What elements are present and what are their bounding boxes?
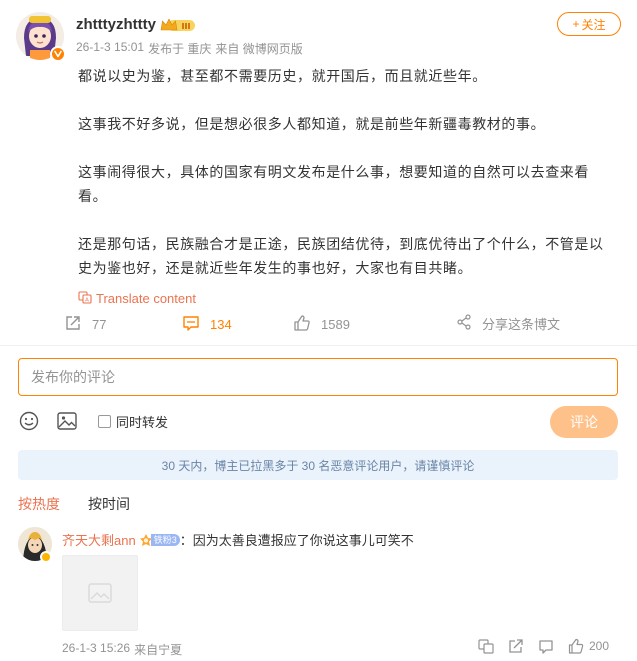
post-actions: 77 134 1589 分享这条博文 bbox=[64, 314, 604, 340]
repost-icon bbox=[64, 314, 82, 335]
image-placeholder-icon bbox=[88, 583, 112, 603]
share-label: 分享这条博文 bbox=[482, 317, 561, 332]
post-location: 发布于 重庆 bbox=[148, 42, 212, 56]
divider bbox=[0, 345, 637, 346]
comment-icon bbox=[182, 314, 200, 335]
member-level: III bbox=[182, 22, 191, 31]
comment-icon bbox=[539, 640, 553, 654]
svg-text:A: A bbox=[85, 298, 89, 304]
comment-date: 26-1-3 15:26 bbox=[62, 641, 131, 655]
post-source: 来自 微博网页版 bbox=[215, 42, 303, 56]
comment-placeholder: 发布你的评论 bbox=[31, 369, 115, 385]
post-paragraph: 都说以史为鉴，甚至都不需要历史，就开国后，而且就近些年。 bbox=[78, 68, 487, 84]
username[interactable]: zhtttyzhttty bbox=[76, 16, 156, 33]
comment-text: ：因为太善良遭报应了你说这事儿可笑不 bbox=[179, 533, 414, 548]
translate-icon: A bbox=[78, 290, 92, 307]
follow-label: 关注 bbox=[581, 17, 606, 32]
tab-sort-hot[interactable]: 按热度 bbox=[18, 494, 60, 514]
notice-banner: 30 天内，博主已拉黑多于 30 名恶意评论用户，请谨慎评论 bbox=[18, 450, 618, 480]
repost-icon bbox=[509, 639, 523, 653]
username-row: zhtttyzhttty III bbox=[76, 16, 196, 33]
fan-badge-label: 铁粉3 bbox=[150, 533, 180, 546]
like-button[interactable]: 1589 bbox=[293, 314, 350, 335]
plus-icon: + bbox=[572, 17, 580, 31]
sort-tabs: 按热度 按时间 bbox=[18, 494, 130, 514]
comment-button[interactable]: 134 bbox=[182, 314, 232, 335]
post-paragraph: 这事闹得很大，具体的国家有明文发布是什么事，想要知道的自然可以去查来看看。 bbox=[78, 164, 589, 204]
like-count: 1589 bbox=[321, 317, 350, 332]
commenter-verified-icon bbox=[40, 551, 52, 563]
image-icon[interactable] bbox=[56, 410, 78, 432]
translate-link[interactable]: A Translate content bbox=[78, 290, 196, 307]
submit-comment-button[interactable]: 评论 bbox=[550, 406, 618, 438]
translate-label: Translate content bbox=[96, 291, 196, 306]
share-button[interactable]: 分享这条博文 bbox=[456, 314, 560, 333]
post-header: zhtttyzhttty III 26-1-3 15:01 发布于 重庆 来自 … bbox=[16, 12, 621, 62]
repost-checkbox[interactable]: 同时转发 bbox=[98, 412, 168, 431]
verified-icon bbox=[50, 46, 66, 62]
like-icon bbox=[293, 314, 311, 335]
comment-reply-button[interactable] bbox=[538, 638, 554, 654]
comment-image[interactable] bbox=[62, 555, 138, 631]
comment-location: 来自宁夏 bbox=[134, 643, 183, 657]
checkbox-box[interactable] bbox=[98, 414, 111, 428]
share-icon bbox=[456, 314, 472, 333]
comment-translate-button[interactable] bbox=[478, 638, 494, 654]
comment-like-button[interactable]: 200 bbox=[568, 638, 609, 654]
post-date[interactable]: 26-1-3 15:01 bbox=[76, 40, 144, 57]
author-avatar[interactable] bbox=[16, 12, 68, 64]
follow-button[interactable]: + 关注 bbox=[557, 12, 621, 36]
comment-actions: 200 bbox=[478, 638, 609, 654]
tab-sort-time[interactable]: 按时间 bbox=[88, 494, 130, 514]
comment-meta: 26-1-3 15:26 来自宁夏 bbox=[62, 641, 182, 658]
comment-input[interactable]: 发布你的评论 bbox=[18, 358, 618, 396]
post-text: 都说以史为鉴，甚至都不需要历史，就开国后，而且就近些年。 这事我不好多说，但是想… bbox=[78, 64, 618, 304]
comment-line: 齐天大剩ann 铁粉3 ：因为太善良遭报应了你说这事儿可笑不 bbox=[62, 530, 414, 549]
post-meta: 26-1-3 15:01 发布于 重庆 来自 微博网页版 bbox=[76, 40, 303, 57]
comment-count: 134 bbox=[210, 317, 232, 332]
post-paragraph: 还是那句话，民族融合才是正途，民族团结优待，到底优待出了个什么，不管是以史为鉴也… bbox=[78, 236, 604, 276]
emoji-icon[interactable] bbox=[18, 410, 40, 432]
repost-label: 同时转发 bbox=[116, 414, 169, 430]
fan-badge[interactable]: 铁粉3 bbox=[139, 533, 180, 547]
composer-tools: 同时转发 bbox=[18, 410, 168, 432]
crown-icon[interactable]: III bbox=[160, 17, 196, 33]
translate-icon bbox=[478, 639, 494, 654]
like-icon bbox=[568, 638, 584, 654]
commenter-name[interactable]: 齐天大剩ann bbox=[62, 530, 136, 549]
repost-count: 77 bbox=[92, 317, 107, 332]
comment-repost-button[interactable] bbox=[508, 638, 524, 654]
repost-button[interactable]: 77 bbox=[64, 314, 106, 335]
post-paragraph: 这事我不好多说，但是想必很多人都知道，就是前些年新疆毒教材的事。 bbox=[78, 116, 546, 132]
comment-like-count: 200 bbox=[589, 639, 610, 653]
